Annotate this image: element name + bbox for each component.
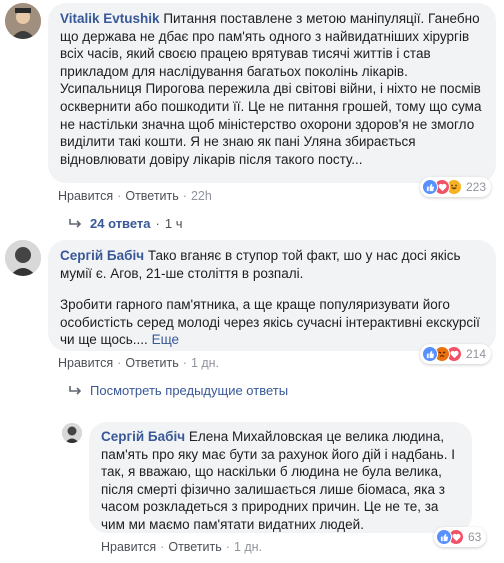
comment-bubble: Сергій Бабіч Тако вганяє в ступор той фа… xyxy=(48,240,496,351)
reaction-summary[interactable]: 63 xyxy=(434,527,487,547)
reaction-summary[interactable]: 223 xyxy=(420,177,492,197)
comment-actions: Нравится · Ответить · 1 дн. xyxy=(58,356,220,370)
reaction-summary[interactable]: 214 xyxy=(420,344,492,364)
like-button[interactable]: Нравится xyxy=(101,540,156,554)
avatar[interactable] xyxy=(5,240,41,276)
reaction-count: 214 xyxy=(466,347,487,361)
comment-actions: Нравится · Ответить · 22h xyxy=(58,189,212,203)
profile-photo-icon xyxy=(5,3,41,39)
comment-author[interactable]: Сергій Бабіч xyxy=(101,429,185,444)
see-more-link[interactable]: Еще xyxy=(152,332,179,347)
comment-text: Елена Михайловская це велика людина, пам… xyxy=(101,429,455,532)
replies-time: 1 ч xyxy=(164,216,183,231)
comment-time[interactable]: 1 дн. xyxy=(191,356,219,370)
comment-author[interactable]: Vitalik Evtushik xyxy=(60,11,160,26)
like-reaction-icon xyxy=(422,179,438,195)
avatar[interactable] xyxy=(5,3,41,39)
reaction-count: 223 xyxy=(466,180,487,194)
like-button[interactable]: Нравится xyxy=(58,356,113,370)
comment-time[interactable]: 1 дн. xyxy=(234,540,262,554)
comment-text-second-paragraph: Зробити гарного пам'ятника, а ще краще п… xyxy=(60,297,480,348)
comment-actions: Нравится · Ответить · 1 дн. xyxy=(101,540,263,554)
comment-time[interactable]: 22h xyxy=(191,189,212,203)
previous-replies-label[interactable]: Посмотреть предыдущие ответы xyxy=(90,383,288,398)
reply-arrow-icon xyxy=(69,385,82,395)
like-reaction-icon xyxy=(436,529,452,545)
reply-button[interactable]: Ответить xyxy=(125,356,178,370)
comment-bubble: Vitalik Evtushik Питання поставлене з ме… xyxy=(48,3,496,183)
like-reaction-icon xyxy=(422,346,438,362)
comment-text: Питання поставлене з метою маніпуляції. … xyxy=(60,11,482,167)
reaction-count: 63 xyxy=(468,530,482,544)
comment-bubble: Сергій Бабіч Елена Михайловская це велик… xyxy=(89,422,472,533)
profile-photo-icon xyxy=(62,423,82,443)
reply-button[interactable]: Ответить xyxy=(125,189,178,203)
comment-author[interactable]: Сергій Бабіч xyxy=(60,248,144,263)
like-button[interactable]: Нравится xyxy=(58,189,113,203)
replies-count[interactable]: 24 ответа xyxy=(90,216,151,231)
reply-arrow-icon xyxy=(69,218,82,228)
avatar[interactable] xyxy=(62,423,82,443)
reply-button[interactable]: Ответить xyxy=(168,540,221,554)
view-replies-link[interactable]: 24 ответа · 1 ч xyxy=(68,216,183,231)
profile-photo-icon xyxy=(5,240,41,276)
view-previous-replies-link[interactable]: Посмотреть предыдущие ответы xyxy=(68,383,288,398)
